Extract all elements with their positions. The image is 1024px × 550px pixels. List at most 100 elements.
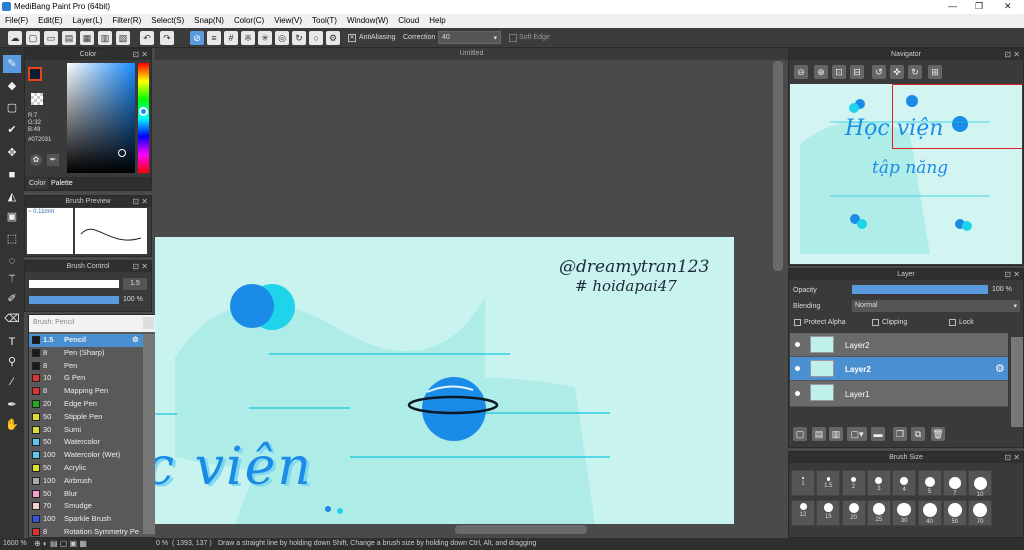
brush-size-slider[interactable] — [29, 280, 119, 288]
brush-size-cell[interactable]: 10 — [968, 470, 993, 498]
soft-edge-checkbox[interactable] — [509, 34, 517, 42]
brush-size-cell[interactable]: 25 — [866, 500, 891, 526]
zoom-in-icon[interactable]: ⊕ — [814, 65, 828, 79]
brush-item[interactable]: 50 Watercolor — [29, 436, 155, 449]
text-tool-icon[interactable]: T — [3, 333, 21, 351]
move-tool-icon[interactable]: ✥ — [3, 144, 21, 162]
brush-size-cell[interactable]: 2 — [841, 470, 866, 496]
divide-tool-icon[interactable]: ⁄ — [3, 373, 21, 391]
navigator-viewport[interactable] — [892, 84, 1022, 149]
brush-size-cell[interactable]: 3 — [866, 470, 891, 496]
menu-color[interactable]: Color(C) — [229, 14, 269, 25]
layer-row[interactable]: Layer1 — [790, 381, 1008, 407]
dot-tool-icon[interactable]: ▢ — [3, 99, 21, 117]
close-icon[interactable]: ⊡ ✕ — [132, 196, 148, 207]
brush-item[interactable]: 30 Sumi — [29, 424, 155, 437]
brush-size-cell[interactable]: 40 — [917, 500, 942, 526]
brush-size-cell[interactable]: 20 — [841, 500, 866, 526]
tab-color[interactable]: Color — [27, 178, 48, 189]
tab-palette[interactable]: Palette — [49, 178, 75, 189]
actual-size-icon[interactable]: ⊟ — [850, 65, 864, 79]
brush-item[interactable]: 100 Airbrush — [29, 475, 155, 488]
select-pen-icon[interactable]: ✐ — [3, 290, 21, 308]
new-halftone-layer-icon[interactable]: ▤ — [812, 427, 826, 441]
brush-list-menu-button[interactable] — [143, 317, 154, 329]
magic-wand-icon[interactable]: ⚚ — [3, 270, 21, 288]
export-icon[interactable]: ▦ — [80, 31, 94, 45]
brush-item[interactable]: 70 Smudge — [29, 500, 155, 513]
lasso-tool-icon[interactable]: ◌ — [3, 252, 21, 270]
undo-icon[interactable]: ↶ — [140, 31, 154, 45]
brush-item[interactable]: 8 Pen (Sharp) — [29, 347, 155, 360]
select-eraser-icon[interactable]: ⌫ — [3, 310, 21, 328]
add-layer-dropdown-icon[interactable]: ▢▾ — [847, 427, 867, 441]
menu-file[interactable]: File(F) — [0, 14, 33, 25]
snap-cross-icon[interactable]: # — [224, 31, 238, 45]
zoom-controls-icon[interactable]: ⊕ ◐ ▤ ▢ ▣ ▦ — [34, 538, 87, 550]
brush-size-cell[interactable]: 15 — [816, 500, 841, 526]
snap-circle-icon[interactable]: ◎ — [275, 31, 289, 45]
operation-tool-icon[interactable]: ⚲ — [3, 353, 21, 371]
close-icon[interactable]: ⊡ ✕ — [1004, 49, 1020, 60]
brush-size-input[interactable]: 1.5 — [123, 278, 147, 290]
menu-view[interactable]: View(V) — [269, 14, 307, 25]
maximize-icon[interactable]: ❐ — [975, 1, 983, 12]
menu-layer[interactable]: Layer(L) — [68, 14, 108, 25]
blending-select[interactable]: Normal ▾ — [852, 300, 1020, 312]
minimize-icon[interactable]: — — [948, 1, 957, 11]
eye-icon[interactable] — [795, 366, 800, 371]
brush-tool-icon[interactable]: ✎ — [3, 55, 21, 73]
snap-parallel-icon[interactable]: ≡ — [207, 31, 221, 45]
menu-help[interactable]: Help — [424, 14, 450, 25]
eye-icon[interactable] — [795, 391, 800, 396]
snap-ellipse-icon[interactable]: ○ — [309, 31, 323, 45]
delete-layer-icon[interactable]: 🗑 — [931, 427, 945, 441]
grid-icon[interactable]: ▧ — [116, 31, 130, 45]
eyedropper-icon[interactable]: ✒ — [3, 396, 21, 414]
brush-size-cell[interactable]: 30 — [892, 500, 917, 526]
new-layer-icon[interactable]: ▢ — [793, 427, 807, 441]
menu-select[interactable]: Select(S) — [146, 14, 189, 25]
gear-icon[interactable]: ⚙ — [995, 362, 1005, 375]
brush-size-cell[interactable]: 12 — [791, 500, 815, 526]
save-icon[interactable]: ▤ — [62, 31, 76, 45]
new-8bit-layer-icon[interactable]: ▥ — [829, 427, 843, 441]
redo-icon[interactable]: ↷ — [160, 31, 174, 45]
layer-row[interactable]: Layer2 — [790, 333, 1008, 357]
close-icon[interactable]: ⊡ ✕ — [1004, 269, 1020, 280]
zoom-out-icon[interactable]: ⊖ — [794, 65, 808, 79]
clipping-checkbox[interactable] — [872, 319, 879, 326]
brush-item[interactable]: 8 Rotation Symmetry Pe — [29, 526, 155, 539]
brush-size-cell[interactable]: 5 — [917, 470, 942, 496]
brush-size-cell[interactable]: 4 — [892, 470, 917, 496]
brush-size-cell[interactable]: 1 — [791, 470, 815, 496]
rotate-right-icon[interactable]: ↻ — [908, 65, 922, 79]
brush-item[interactable]: 10 G Pen — [29, 372, 155, 385]
brush-size-cell[interactable]: 1.5 — [816, 470, 841, 496]
close-icon[interactable]: ✕ — [1004, 1, 1012, 12]
protect-alpha-checkbox[interactable] — [794, 319, 801, 326]
brush-item[interactable]: 8 Mapping Pen — [29, 385, 155, 398]
layer-row-selected[interactable]: Layer2 ⚙ — [790, 357, 1008, 381]
menu-window[interactable]: Window(W) — [342, 14, 393, 25]
navigator-thumbnail[interactable]: Học viện tập năng — [790, 84, 1022, 264]
shape-tool-icon[interactable]: ■ — [3, 166, 21, 184]
check-tool-icon[interactable]: ✔ — [3, 121, 21, 139]
brush-size-cell[interactable]: 50 — [942, 500, 967, 526]
snap-radial-icon[interactable]: ✳ — [258, 31, 272, 45]
brush-size-cell[interactable]: 70 — [968, 500, 993, 526]
close-icon[interactable]: ⊡ ✕ — [132, 49, 148, 60]
color-picker-area[interactable] — [67, 63, 135, 173]
close-icon[interactable]: ⊡ ✕ — [1004, 452, 1020, 463]
brush-opacity-slider[interactable] — [29, 296, 119, 304]
brush-item[interactable]: 100 Sparkle Brush — [29, 513, 155, 526]
brush-size-cell[interactable]: 7 — [942, 470, 967, 497]
menu-edit[interactable]: Edit(E) — [33, 14, 67, 25]
snap-curve-icon[interactable]: ↻ — [292, 31, 306, 45]
cloud-icon[interactable]: ☁ — [8, 31, 22, 45]
hand-tool-icon[interactable]: ✋ — [3, 416, 21, 434]
document-tab[interactable]: Untitled — [155, 48, 788, 60]
brush-list-scrollbar[interactable] — [143, 334, 155, 534]
transparent-swatch[interactable] — [31, 93, 43, 105]
canvas-scrollbar-vertical[interactable] — [773, 61, 783, 271]
